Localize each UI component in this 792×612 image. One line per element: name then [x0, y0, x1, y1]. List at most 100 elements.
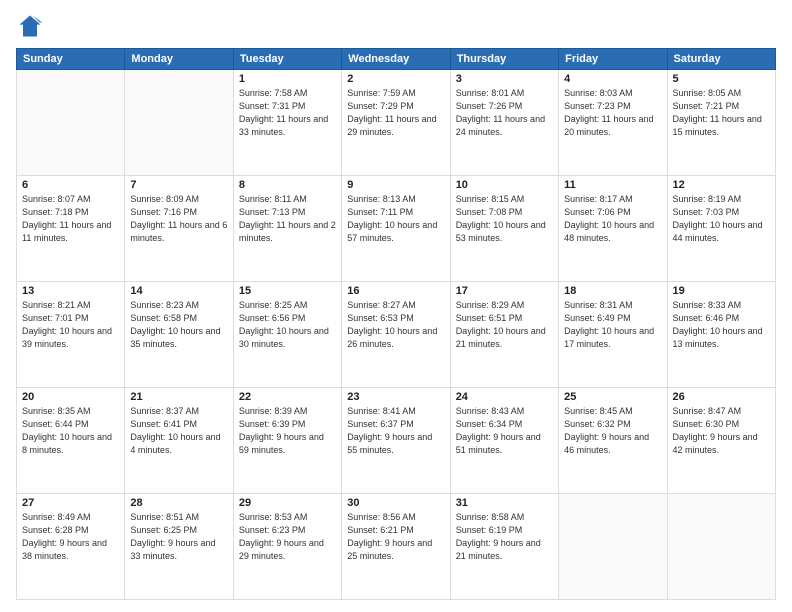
day-number: 19 [673, 285, 770, 297]
day-info: Sunrise: 8:13 AM Sunset: 7:11 PM Dayligh… [347, 193, 444, 245]
calendar-cell: 16 Sunrise: 8:27 AM Sunset: 6:53 PM Dayli… [342, 282, 450, 388]
calendar-header-row: SundayMondayTuesdayWednesdayThursdayFrid… [17, 49, 776, 70]
calendar-table: SundayMondayTuesdayWednesdayThursdayFrid… [16, 48, 776, 600]
day-info: Sunrise: 8:56 AM Sunset: 6:21 PM Dayligh… [347, 511, 444, 563]
calendar-cell: 3Sunrise: 8:01 AM Sunset: 7:26 PM Daylig… [450, 70, 558, 176]
day-info: Sunrise: 8:53 AM Sunset: 6:23 PM Dayligh… [239, 511, 336, 563]
day-info: Sunrise: 8:01 AM Sunset: 7:26 PM Dayligh… [456, 87, 553, 139]
day-info: Sunrise: 8:49 AM Sunset: 6:28 PM Dayligh… [22, 511, 119, 563]
day-number: 22 [239, 391, 336, 403]
day-number: 16 [347, 285, 444, 297]
day-info: Sunrise: 8:19 AM Sunset: 7:03 PM Dayligh… [673, 193, 770, 245]
day-number: 9 [347, 179, 444, 191]
calendar-cell: 26 Sunrise: 8:47 AM Sunset: 6:30 PM Dayli… [667, 388, 775, 494]
calendar-cell: 2Sunrise: 7:59 AM Sunset: 7:29 PM Daylig… [342, 70, 450, 176]
day-number: 17 [456, 285, 553, 297]
week-row-5: 27 Sunrise: 8:49 AM Sunset: 6:28 PM Dayli… [17, 494, 776, 600]
day-info: Sunrise: 8:05 AM Sunset: 7:21 PM Dayligh… [673, 87, 770, 139]
day-number: 30 [347, 497, 444, 509]
week-row-3: 13Sunrise: 8:21 AM Sunset: 7:01 PM Dayli… [17, 282, 776, 388]
calendar-cell: 20 Sunrise: 8:35 AM Sunset: 6:44 PM Dayli… [17, 388, 125, 494]
calendar-cell: 19 Sunrise: 8:33 AM Sunset: 6:46 PM Dayli… [667, 282, 775, 388]
week-row-2: 6 Sunrise: 8:07 AM Sunset: 7:18 PM Daylig… [17, 176, 776, 282]
day-number: 13 [22, 285, 119, 297]
day-info: Sunrise: 8:03 AM Sunset: 7:23 PM Dayligh… [564, 87, 661, 139]
day-number: 31 [456, 497, 553, 509]
calendar-cell [17, 70, 125, 176]
col-header-monday: Monday [125, 49, 233, 70]
day-number: 11 [564, 179, 661, 191]
day-info: Sunrise: 7:58 AM Sunset: 7:31 PM Dayligh… [239, 87, 336, 139]
day-number: 29 [239, 497, 336, 509]
day-info: Sunrise: 8:23 AM Sunset: 6:58 PM Dayligh… [130, 299, 227, 351]
calendar-cell: 28 Sunrise: 8:51 AM Sunset: 6:25 PM Dayli… [125, 494, 233, 600]
calendar-cell [125, 70, 233, 176]
week-row-1: 1 Sunrise: 7:58 AM Sunset: 7:31 PM Daylig… [17, 70, 776, 176]
calendar-cell: 5 Sunrise: 8:05 AM Sunset: 7:21 PM Daylig… [667, 70, 775, 176]
day-number: 18 [564, 285, 661, 297]
page: SundayMondayTuesdayWednesdayThursdayFrid… [0, 0, 792, 612]
calendar-cell: 10 Sunrise: 8:15 AM Sunset: 7:08 PM Dayli… [450, 176, 558, 282]
day-number: 6 [22, 179, 119, 191]
calendar-cell: 7 Sunrise: 8:09 AM Sunset: 7:16 PM Daylig… [125, 176, 233, 282]
day-number: 25 [564, 391, 661, 403]
calendar-cell: 24 Sunrise: 8:43 AM Sunset: 6:34 PM Dayli… [450, 388, 558, 494]
day-info: Sunrise: 8:27 AM Sunset: 6:53 PM Dayligh… [347, 299, 444, 351]
day-number: 7 [130, 179, 227, 191]
calendar-cell: 18Sunrise: 8:31 AM Sunset: 6:49 PM Dayli… [559, 282, 667, 388]
day-number: 2 [347, 73, 444, 85]
day-info: Sunrise: 8:15 AM Sunset: 7:08 PM Dayligh… [456, 193, 553, 245]
calendar-cell: 4Sunrise: 8:03 AM Sunset: 7:23 PM Daylig… [559, 70, 667, 176]
calendar-cell: 8 Sunrise: 8:11 AM Sunset: 7:13 PM Daylig… [233, 176, 341, 282]
day-info: Sunrise: 8:37 AM Sunset: 6:41 PM Dayligh… [130, 405, 227, 457]
day-number: 24 [456, 391, 553, 403]
header [16, 12, 776, 40]
calendar-cell: 29 Sunrise: 8:53 AM Sunset: 6:23 PM Dayli… [233, 494, 341, 600]
day-info: Sunrise: 8:35 AM Sunset: 6:44 PM Dayligh… [22, 405, 119, 457]
calendar-cell: 31Sunrise: 8:58 AM Sunset: 6:19 PM Dayli… [450, 494, 558, 600]
day-info: Sunrise: 8:29 AM Sunset: 6:51 PM Dayligh… [456, 299, 553, 351]
calendar-cell: 12 Sunrise: 8:19 AM Sunset: 7:03 PM Dayli… [667, 176, 775, 282]
col-header-tuesday: Tuesday [233, 49, 341, 70]
day-number: 1 [239, 73, 336, 85]
day-info: Sunrise: 8:43 AM Sunset: 6:34 PM Dayligh… [456, 405, 553, 457]
day-number: 26 [673, 391, 770, 403]
calendar-cell: 23Sunrise: 8:41 AM Sunset: 6:37 PM Dayli… [342, 388, 450, 494]
col-header-sunday: Sunday [17, 49, 125, 70]
calendar-cell: 15 Sunrise: 8:25 AM Sunset: 6:56 PM Dayli… [233, 282, 341, 388]
day-info: Sunrise: 8:09 AM Sunset: 7:16 PM Dayligh… [130, 193, 227, 245]
day-info: Sunrise: 8:51 AM Sunset: 6:25 PM Dayligh… [130, 511, 227, 563]
day-info: Sunrise: 8:25 AM Sunset: 6:56 PM Dayligh… [239, 299, 336, 351]
day-number: 27 [22, 497, 119, 509]
day-info: Sunrise: 8:41 AM Sunset: 6:37 PM Dayligh… [347, 405, 444, 457]
day-info: Sunrise: 8:11 AM Sunset: 7:13 PM Dayligh… [239, 193, 336, 245]
day-info: Sunrise: 8:45 AM Sunset: 6:32 PM Dayligh… [564, 405, 661, 457]
calendar-cell: 22Sunrise: 8:39 AM Sunset: 6:39 PM Dayli… [233, 388, 341, 494]
calendar-cell: 1 Sunrise: 7:58 AM Sunset: 7:31 PM Daylig… [233, 70, 341, 176]
calendar-cell: 27 Sunrise: 8:49 AM Sunset: 6:28 PM Dayli… [17, 494, 125, 600]
day-number: 20 [22, 391, 119, 403]
col-header-saturday: Saturday [667, 49, 775, 70]
week-row-4: 20 Sunrise: 8:35 AM Sunset: 6:44 PM Dayli… [17, 388, 776, 494]
day-number: 10 [456, 179, 553, 191]
calendar-cell [559, 494, 667, 600]
logo-icon [16, 12, 44, 40]
day-number: 21 [130, 391, 227, 403]
logo [16, 12, 48, 40]
day-info: Sunrise: 8:17 AM Sunset: 7:06 PM Dayligh… [564, 193, 661, 245]
col-header-wednesday: Wednesday [342, 49, 450, 70]
calendar-cell: 17 Sunrise: 8:29 AM Sunset: 6:51 PM Dayli… [450, 282, 558, 388]
day-number: 14 [130, 285, 227, 297]
calendar-cell: 21 Sunrise: 8:37 AM Sunset: 6:41 PM Dayli… [125, 388, 233, 494]
day-number: 15 [239, 285, 336, 297]
day-number: 12 [673, 179, 770, 191]
day-number: 28 [130, 497, 227, 509]
day-number: 5 [673, 73, 770, 85]
day-info: Sunrise: 8:33 AM Sunset: 6:46 PM Dayligh… [673, 299, 770, 351]
day-number: 8 [239, 179, 336, 191]
day-info: Sunrise: 8:47 AM Sunset: 6:30 PM Dayligh… [673, 405, 770, 457]
col-header-friday: Friday [559, 49, 667, 70]
day-info: Sunrise: 8:07 AM Sunset: 7:18 PM Dayligh… [22, 193, 119, 245]
calendar-cell: 30 Sunrise: 8:56 AM Sunset: 6:21 PM Dayli… [342, 494, 450, 600]
calendar-cell: 14 Sunrise: 8:23 AM Sunset: 6:58 PM Dayli… [125, 282, 233, 388]
